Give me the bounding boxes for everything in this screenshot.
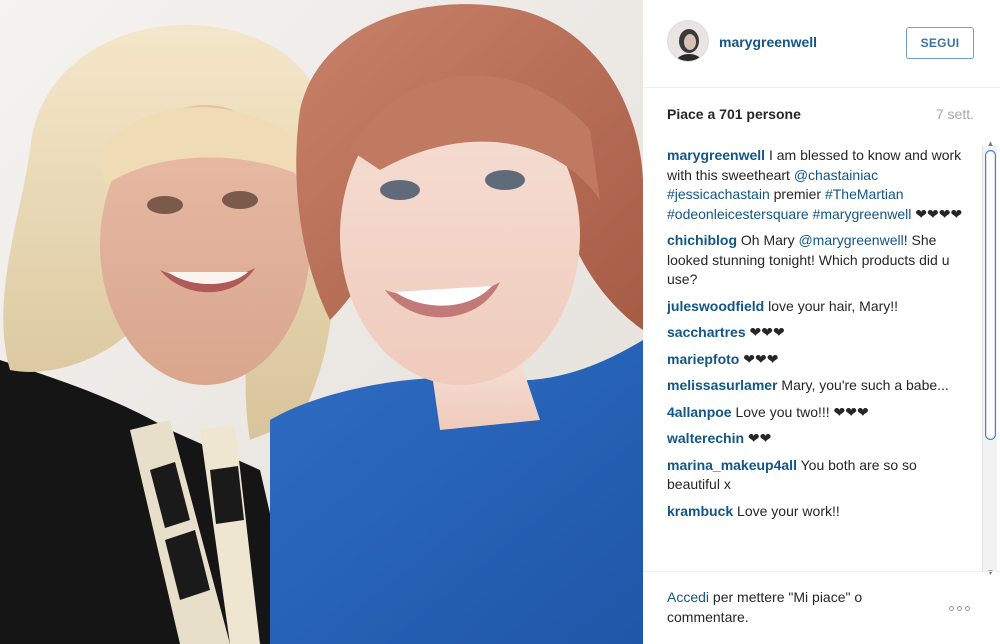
comment-item: krambuck Love your work!! bbox=[667, 502, 972, 522]
comment-text: ❤❤ bbox=[744, 430, 772, 446]
comment-item: juleswoodfield love your hair, Mary!! bbox=[667, 297, 972, 317]
comments-scrollbar[interactable]: ▲ ▼ bbox=[982, 140, 997, 577]
comment-username[interactable]: 4allanpoe bbox=[667, 404, 732, 420]
comment-tag-link[interactable]: #TheMartian bbox=[825, 186, 904, 202]
comment-username[interactable]: mariepfoto bbox=[667, 351, 739, 367]
comment-text: Mary, you're such a babe... bbox=[777, 377, 949, 393]
more-dot-icon bbox=[965, 606, 970, 611]
post-header: marygreenwell SEGUI bbox=[643, 0, 1000, 88]
comment-tag-link[interactable]: @chastainiac bbox=[794, 167, 878, 183]
likes-row: Piace a 701 persone 7 sett. bbox=[667, 106, 974, 126]
comment-item: marygreenwell I am blessed to know and w… bbox=[667, 146, 972, 224]
comment-username[interactable]: melissasurlamer bbox=[667, 377, 778, 393]
comment-item: chichiblog Oh Mary @marygreenwell! She l… bbox=[667, 231, 972, 290]
scrollbar-thumb[interactable] bbox=[985, 150, 996, 440]
post-footer: Accedi per mettere "Mi piace" o commenta… bbox=[643, 571, 1000, 644]
follow-button[interactable]: SEGUI bbox=[906, 27, 974, 59]
comment-tag-link[interactable]: #odeonleicestersquare bbox=[667, 206, 809, 222]
comment-tag-link[interactable]: @marygreenwell bbox=[798, 232, 903, 248]
post-photo bbox=[0, 0, 643, 644]
more-dot-icon bbox=[949, 606, 954, 611]
scroll-up-arrow-icon[interactable]: ▲ bbox=[986, 140, 995, 148]
comment-text: ❤❤❤ bbox=[745, 324, 785, 340]
comment-text: ❤❤❤ bbox=[739, 350, 779, 367]
comment-text: Love you two!!! ❤❤❤ bbox=[731, 403, 869, 420]
more-dot-icon bbox=[957, 606, 962, 611]
login-link[interactable]: Accedi bbox=[667, 589, 709, 605]
login-prompt: Accedi per mettere "Mi piace" o commenta… bbox=[667, 588, 922, 627]
post-side-panel: marygreenwell SEGUI Piace a 701 persone … bbox=[643, 0, 1000, 644]
comment-tag-link[interactable]: #jessicachastain bbox=[667, 186, 770, 202]
comment-username[interactable]: walterechin bbox=[667, 430, 744, 446]
comment-text: love your hair, Mary!! bbox=[764, 297, 899, 314]
comment-username[interactable]: krambuck bbox=[667, 503, 733, 519]
selfie-photo-illustration bbox=[0, 0, 643, 644]
post-timestamp[interactable]: 7 sett. bbox=[936, 106, 974, 122]
likes-count: Piace a 701 persone bbox=[667, 106, 801, 122]
comment-item: sacchartres ❤❤❤ bbox=[667, 323, 972, 343]
avatar[interactable] bbox=[667, 20, 709, 62]
comment-text: Love your work!! bbox=[733, 502, 840, 519]
comment-text: ❤❤❤❤ bbox=[911, 205, 963, 222]
more-options-button[interactable] bbox=[949, 598, 977, 616]
comment-tag-link[interactable]: #marygreenwell bbox=[813, 206, 912, 222]
comment-item: marina_makeup4all You both are so so bea… bbox=[667, 456, 972, 495]
comment-item: 4allanpoe Love you two!!! ❤❤❤ bbox=[667, 403, 972, 423]
comment-username[interactable]: juleswoodfield bbox=[667, 298, 764, 314]
comment-item: melissasurlamer Mary, you're such a babe… bbox=[667, 376, 972, 396]
comment-item: mariepfoto ❤❤❤ bbox=[667, 350, 972, 370]
comment-username[interactable]: chichiblog bbox=[667, 232, 737, 248]
comment-text: premier bbox=[769, 186, 825, 202]
profile-picture-icon bbox=[668, 21, 708, 61]
comment-text: Oh Mary bbox=[737, 232, 799, 248]
comment-username[interactable]: sacchartres bbox=[667, 324, 746, 340]
post-author-username[interactable]: marygreenwell bbox=[719, 34, 817, 50]
comments-list[interactable]: marygreenwell I am blessed to know and w… bbox=[667, 146, 972, 571]
comment-item: walterechin ❤❤ bbox=[667, 429, 972, 449]
comment-username[interactable]: marygreenwell bbox=[667, 147, 765, 163]
comment-username[interactable]: marina_makeup4all bbox=[667, 457, 797, 473]
